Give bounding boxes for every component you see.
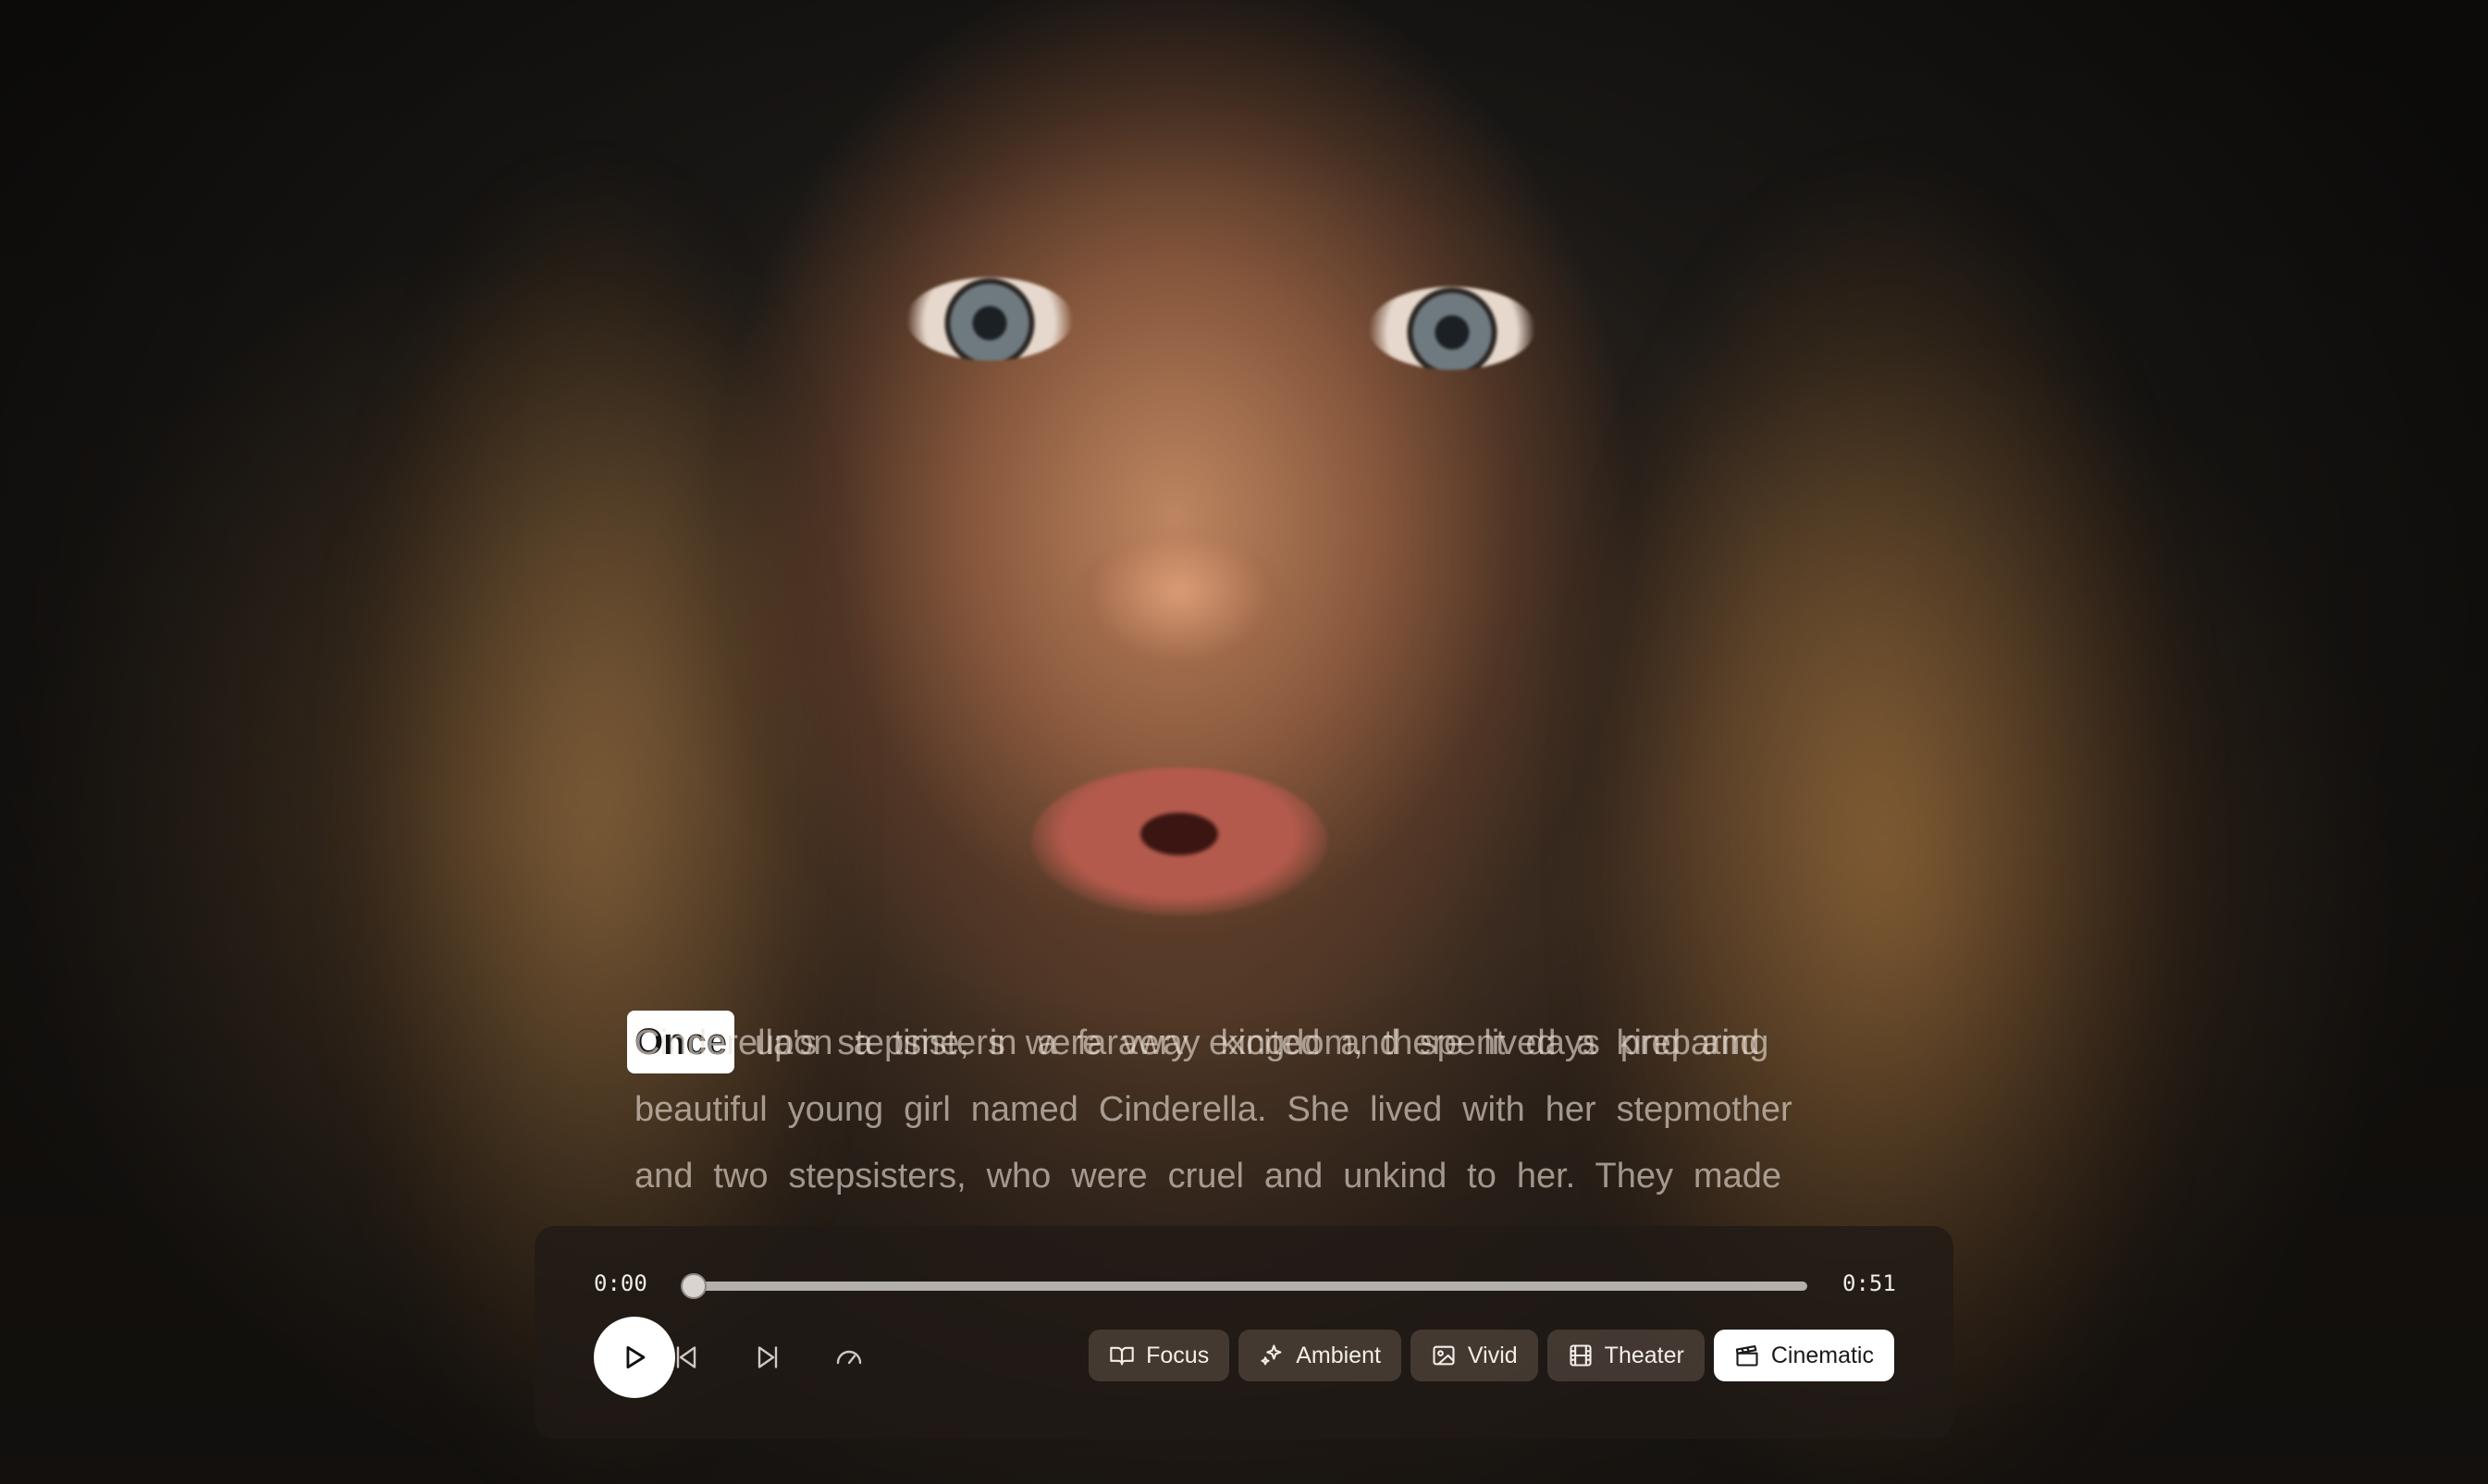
play-button[interactable]: [594, 1317, 675, 1398]
sparkles-icon: [1259, 1343, 1285, 1368]
mode-label: Cinematic: [1770, 1342, 1874, 1368]
mode-theater-button[interactable]: Theater: [1546, 1330, 1705, 1381]
total-duration: 0:51: [1842, 1270, 1896, 1296]
playback-speed-button[interactable]: [827, 1335, 871, 1380]
skip-forward-icon: [751, 1341, 784, 1374]
previous-button[interactable]: [664, 1335, 708, 1380]
book-open-icon: [1109, 1343, 1135, 1368]
progress-slider[interactable]: [681, 1273, 1807, 1299]
mode-cinematic-button[interactable]: Cinematic: [1713, 1330, 1894, 1381]
transcript-line-3[interactable]: and two stepsisters, who were cruel and …: [634, 1143, 1855, 1209]
next-button[interactable]: [745, 1335, 790, 1380]
mode-vivid-button[interactable]: Vivid: [1410, 1330, 1538, 1381]
gauge-icon: [832, 1341, 866, 1374]
audio-player-panel: 0:00 0:51 Focus Ambient Vivid Theater Ci…: [535, 1226, 1953, 1439]
progress-thumb[interactable]: [681, 1273, 707, 1299]
transcript-line-below-player[interactable]: Cinderella's stepsisters were very excit…: [634, 1010, 1855, 1076]
mode-ambient-button[interactable]: Ambient: [1238, 1330, 1401, 1381]
transcript-line-2[interactable]: beautiful young girl named Cinderella. S…: [634, 1076, 1855, 1143]
skip-back-icon: [670, 1341, 703, 1374]
clapperboard-icon: [1734, 1343, 1760, 1368]
display-mode-selector: Focus Ambient Vivid Theater Cinematic: [1089, 1330, 1894, 1381]
mode-label: Theater: [1604, 1342, 1684, 1368]
mode-label: Focus: [1146, 1342, 1210, 1368]
image-icon: [1431, 1343, 1457, 1368]
mode-focus-button[interactable]: Focus: [1089, 1330, 1230, 1381]
current-time: 0:00: [594, 1270, 647, 1296]
film-icon: [1568, 1343, 1594, 1368]
play-icon: [619, 1342, 650, 1373]
mode-label: Vivid: [1467, 1342, 1518, 1368]
mode-label: Ambient: [1296, 1342, 1381, 1368]
reader-stage: Once upon a time, in a faraway kingdom, …: [0, 0, 2488, 1484]
